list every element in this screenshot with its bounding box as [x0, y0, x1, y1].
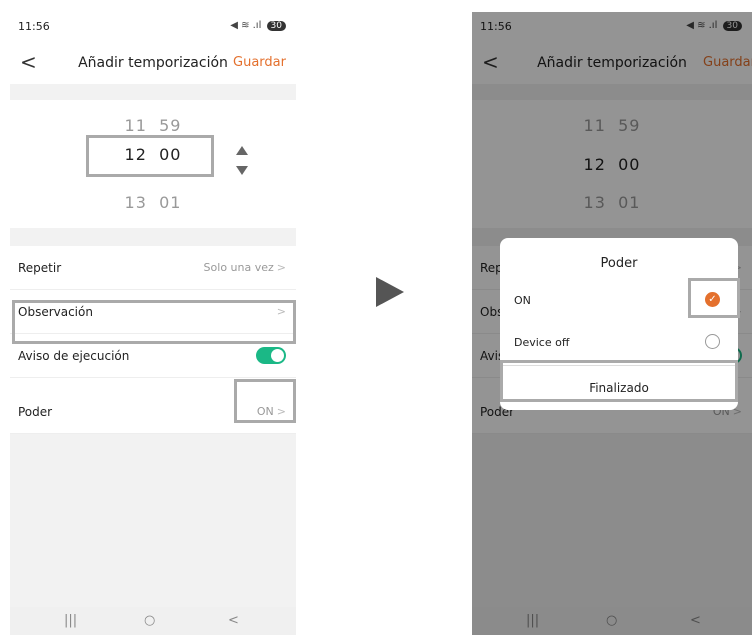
- save-button[interactable]: Guardar: [233, 55, 286, 70]
- repeat-label: Repetir: [18, 261, 62, 275]
- battery-icon: 30: [266, 21, 286, 31]
- radio-unselected-icon[interactable]: [705, 334, 720, 349]
- back-nav-icon[interactable]: <: [228, 613, 239, 628]
- system-nav-bar: ||| ○ <: [10, 607, 296, 635]
- scroll-down-arrow-icon[interactable]: [236, 166, 248, 175]
- phone-screen-left: 11:56 ◀ ≋ .ıl 30 < Añadir temporización …: [10, 12, 296, 635]
- status-bar: 11:56 ◀ ≋ .ıl 30: [10, 12, 296, 42]
- dialog-title: Poder: [600, 256, 638, 271]
- execution-notice-highlight-box: [12, 300, 296, 344]
- repeat-value-text: Solo una vez: [203, 261, 274, 274]
- next-hour: 13: [124, 193, 147, 212]
- execution-notice-toggle[interactable]: [256, 347, 286, 364]
- top-navbar: < Añadir temporización Guardar: [10, 42, 296, 84]
- power-value-highlight-box: [234, 379, 296, 423]
- power-label: Poder: [18, 405, 53, 419]
- time-row-prev[interactable]: 11 59: [10, 116, 296, 135]
- execution-notice-label: Aviso de ejecución: [18, 349, 130, 363]
- next-minute: 01: [159, 193, 182, 212]
- selected-time-highlight-box: [86, 135, 214, 177]
- transition-arrow-icon: [376, 277, 404, 307]
- status-icons: ◀ ≋ .ıl 30: [230, 20, 286, 31]
- prev-minute: 59: [159, 116, 182, 135]
- option-on-label[interactable]: ON: [514, 294, 531, 307]
- chevron-right-icon: >: [276, 261, 286, 274]
- toggle-knob: [271, 349, 284, 362]
- option-device-off-label[interactable]: Device off: [514, 336, 569, 349]
- prev-hour: 11: [124, 116, 147, 135]
- home-nav-icon[interactable]: ○: [144, 613, 155, 628]
- scroll-up-arrow-icon[interactable]: [236, 146, 248, 155]
- selected-option-highlight-box: [688, 278, 740, 318]
- finalize-button-highlight-box: [500, 360, 738, 402]
- repeat-row[interactable]: Repetir Solo una vez>: [10, 246, 296, 290]
- time-picker[interactable]: 11 59 12 00 13 01: [10, 100, 296, 228]
- phone-screen-right: 11:56 ◀ ≋ .ıl 30 < Añadir temporización …: [472, 12, 752, 635]
- status-time: 11:56: [18, 20, 50, 33]
- repeat-value: Solo una vez>: [204, 261, 286, 274]
- recents-nav-icon[interactable]: |||: [64, 613, 77, 628]
- time-row-next[interactable]: 13 01: [10, 193, 296, 212]
